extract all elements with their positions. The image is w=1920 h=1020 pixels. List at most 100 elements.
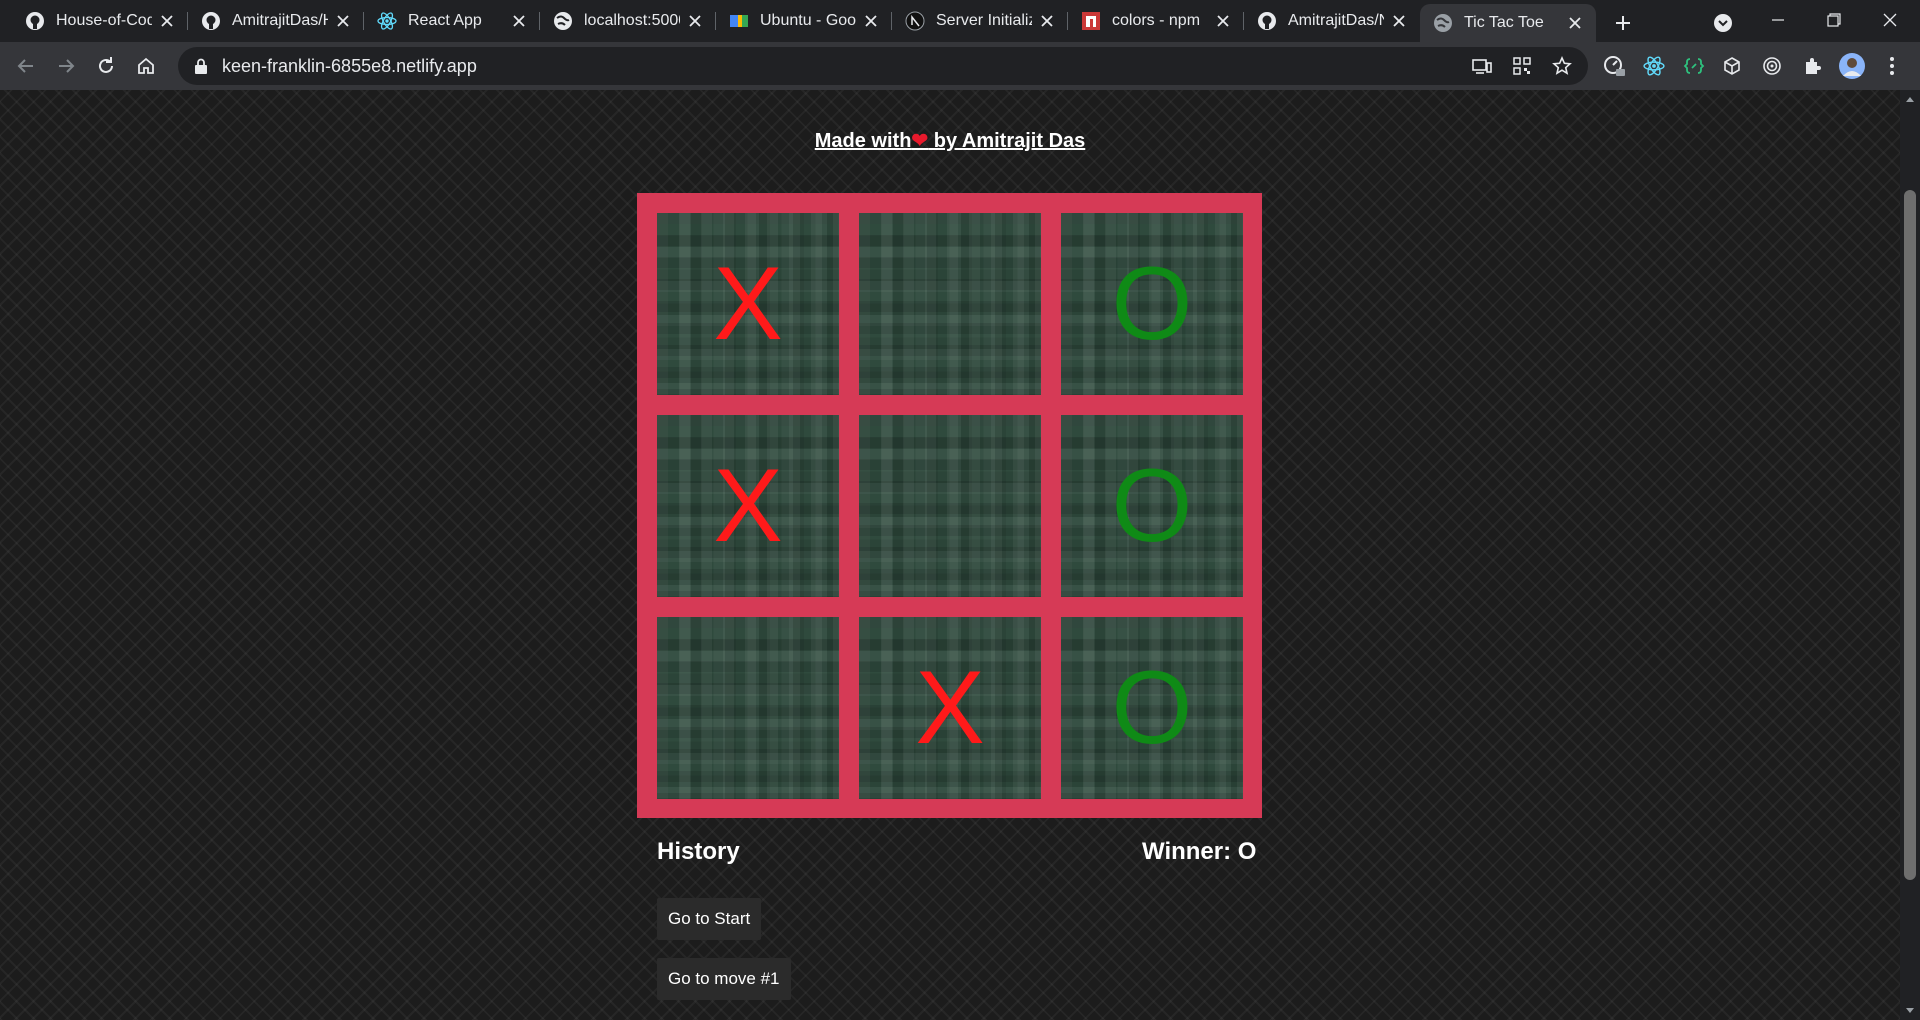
heart-icon: ❤ bbox=[911, 130, 929, 152]
close-icon[interactable] bbox=[862, 12, 880, 30]
extension-react-devtools[interactable] bbox=[1638, 50, 1670, 82]
tab-label: colors - npm bbox=[1112, 12, 1201, 29]
gauge-icon bbox=[1604, 56, 1625, 76]
devices-icon bbox=[1472, 59, 1492, 74]
board-cell-2[interactable] bbox=[859, 213, 1041, 395]
tab-label: AmitrajitDas/H bbox=[232, 12, 328, 29]
close-icon[interactable] bbox=[1566, 14, 1584, 32]
url-text[interactable]: keen-franklin-6855e8.netlify.app bbox=[222, 56, 477, 77]
home-icon bbox=[138, 57, 154, 74]
close-icon[interactable] bbox=[158, 12, 176, 30]
close-icon[interactable] bbox=[686, 12, 704, 30]
tab-label: House-of-Code bbox=[56, 12, 152, 29]
npm-icon bbox=[1080, 10, 1102, 32]
minimize-button[interactable] bbox=[1750, 0, 1806, 40]
scrollbar-thumb[interactable] bbox=[1904, 190, 1916, 880]
reload-button[interactable] bbox=[90, 50, 122, 82]
tab-strip: House-of-Code AmitrajitDas/H React App l… bbox=[0, 0, 1920, 42]
extension-code[interactable] bbox=[1678, 50, 1710, 82]
tab-server-initialize[interactable]: Server Initializ bbox=[892, 4, 1068, 38]
scroll-up-arrow[interactable] bbox=[1900, 90, 1920, 108]
back-button[interactable] bbox=[10, 50, 42, 82]
nextjs-icon bbox=[904, 10, 926, 32]
close-icon[interactable] bbox=[1214, 12, 1232, 30]
board-cell-8[interactable]: X bbox=[859, 617, 1041, 799]
page-viewport: Made with❤ by Amitrajit Das X O X O X O … bbox=[0, 90, 1900, 1020]
board-cell-9[interactable]: O bbox=[1061, 617, 1243, 799]
go-to-move-1-button[interactable]: Go to move #1 bbox=[657, 958, 791, 1000]
star-icon bbox=[1552, 56, 1572, 75]
credit-link[interactable]: Made with❤ by Amitrajit Das bbox=[815, 130, 1086, 152]
tab-amitrajitdas-n[interactable]: AmitrajitDas/N bbox=[1244, 4, 1420, 38]
extensions-button[interactable] bbox=[1796, 50, 1828, 82]
plus-icon bbox=[1616, 16, 1630, 30]
qr-code-icon bbox=[1513, 57, 1531, 75]
game-board: X O X O X O bbox=[637, 193, 1262, 818]
board-cell-4[interactable]: X bbox=[657, 415, 839, 597]
tab-label: AmitrajitDas/N bbox=[1288, 12, 1384, 29]
board-cell-7[interactable] bbox=[657, 617, 839, 799]
avatar bbox=[1839, 53, 1865, 79]
restore-button[interactable] bbox=[1806, 0, 1862, 40]
close-icon[interactable] bbox=[1038, 12, 1056, 30]
qr-code-button[interactable] bbox=[1506, 50, 1538, 82]
bookmark-button[interactable] bbox=[1546, 50, 1578, 82]
chevron-down-icon bbox=[1714, 14, 1732, 32]
more-vert-icon bbox=[1890, 57, 1894, 75]
tab-react-app[interactable]: React App bbox=[364, 4, 540, 38]
close-icon[interactable] bbox=[1390, 12, 1408, 30]
close-icon[interactable] bbox=[334, 12, 352, 30]
history-heading: History bbox=[657, 838, 740, 865]
github-icon bbox=[200, 10, 222, 32]
tab-label: React App bbox=[408, 12, 482, 29]
tab-ubuntu[interactable]: Ubuntu - Goo bbox=[716, 4, 892, 38]
arrow-right-icon bbox=[59, 59, 75, 73]
new-tab-button[interactable] bbox=[1608, 8, 1638, 38]
board-cell-5[interactable] bbox=[859, 415, 1041, 597]
tab-search-button[interactable] bbox=[1708, 8, 1738, 38]
code-braces-icon bbox=[1683, 58, 1705, 74]
cast-button[interactable] bbox=[1466, 50, 1498, 82]
board-cell-1[interactable]: X bbox=[657, 213, 839, 395]
extension-target[interactable] bbox=[1756, 50, 1788, 82]
tab-amitrajitdas-h[interactable]: AmitrajitDas/H bbox=[188, 4, 364, 38]
github-icon bbox=[24, 10, 46, 32]
page-scrollbar[interactable] bbox=[1900, 90, 1920, 1020]
tab-house-of-code[interactable]: House-of-Code bbox=[12, 4, 188, 38]
minimize-icon bbox=[1772, 19, 1784, 21]
close-window-button[interactable] bbox=[1862, 0, 1918, 40]
globe-icon bbox=[1432, 12, 1454, 34]
lock-icon[interactable] bbox=[192, 57, 210, 75]
reload-icon bbox=[99, 57, 113, 73]
credit-author: by Amitrajit Das bbox=[928, 130, 1086, 152]
arrow-left-icon bbox=[17, 59, 33, 73]
credit-prefix: Made with bbox=[814, 130, 912, 152]
address-bar[interactable]: keen-franklin-6855e8.netlify.app bbox=[178, 47, 1588, 85]
tab-label: Server Initializ bbox=[936, 12, 1032, 29]
google-sites-icon bbox=[728, 10, 750, 32]
board-cell-3[interactable]: O bbox=[1061, 213, 1243, 395]
react-icon bbox=[1643, 56, 1665, 76]
browser-toolbar: keen-franklin-6855e8.netlify.app bbox=[0, 42, 1920, 90]
board-cell-6[interactable]: O bbox=[1061, 415, 1243, 597]
home-button[interactable] bbox=[130, 50, 162, 82]
caret-down-icon bbox=[1906, 1008, 1914, 1013]
credit-line: Made with❤ by Amitrajit Das bbox=[0, 128, 1900, 153]
scroll-down-arrow[interactable] bbox=[1900, 1002, 1920, 1020]
go-to-start-button[interactable]: Go to Start bbox=[657, 898, 762, 940]
forward-button[interactable] bbox=[50, 50, 82, 82]
github-icon bbox=[1256, 10, 1278, 32]
tab-label: localhost:5000 bbox=[584, 12, 680, 29]
tab-label: Ubuntu - Goo bbox=[760, 12, 856, 29]
browser-menu-button[interactable] bbox=[1876, 50, 1908, 82]
extension-performance[interactable] bbox=[1598, 50, 1630, 82]
tab-colors-npm[interactable]: colors - npm bbox=[1068, 4, 1244, 38]
extension-cube[interactable] bbox=[1716, 50, 1748, 82]
profile-avatar[interactable] bbox=[1836, 50, 1868, 82]
tab-tic-tac-toe[interactable]: Tic Tac Toe bbox=[1420, 4, 1596, 42]
close-icon bbox=[1883, 13, 1897, 27]
close-icon[interactable] bbox=[510, 12, 528, 30]
winner-status: Winner: O bbox=[1142, 838, 1257, 865]
tab-localhost[interactable]: localhost:5000 bbox=[540, 4, 716, 38]
tab-label: Tic Tac Toe bbox=[1464, 14, 1544, 31]
